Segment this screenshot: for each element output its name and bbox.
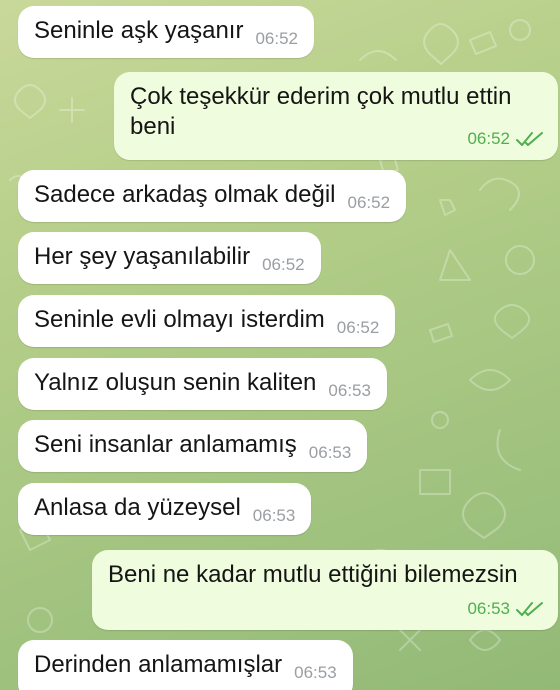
message-text: Her şey yaşanılabilir bbox=[34, 243, 251, 270]
message-text: Çok teşekkür ederim çok mutlu ettin beni bbox=[130, 83, 512, 140]
message-bubble-incoming[interactable]: Seninle aşk yaşanır 06:52 bbox=[18, 6, 314, 58]
message-time: 06:52 bbox=[347, 193, 391, 212]
message-time: 06:52 bbox=[467, 129, 510, 148]
message-time: 06:53 bbox=[467, 599, 510, 618]
double-check-icon bbox=[516, 602, 543, 616]
message-bubble-incoming[interactable]: Anlasa da yüzeysel 06:53 bbox=[18, 483, 312, 535]
message-time: 06:52 bbox=[255, 29, 298, 48]
message-meta: 06:52 bbox=[467, 124, 544, 154]
message-bubble-incoming[interactable]: Sadece arkadaş olmak değil 06:52 bbox=[18, 170, 407, 222]
message-text: Beni ne kadar mutlu ettiğini bilemezsin bbox=[108, 561, 518, 588]
chat-area[interactable]: Seninle aşk yaşanır 06:52 Çok teşekkür ed… bbox=[0, 0, 560, 690]
message-bubble-incoming[interactable]: Seninle evli olmayı isterdim 06:52 bbox=[18, 295, 396, 347]
message-bubble-incoming[interactable]: Seni insanlar anlamamış 06:53 bbox=[18, 420, 368, 472]
message-time: 06:52 bbox=[262, 255, 305, 274]
message-bubble-incoming[interactable]: Derinden anlamamışlar 06:53 bbox=[18, 640, 353, 690]
message-text: Yalnız oluşun senin kaliten bbox=[34, 369, 317, 396]
message-time: 06:52 bbox=[336, 318, 380, 337]
message-text: Sadece arkadaş olmak değil bbox=[34, 181, 336, 208]
message-text: Seninle evli olmayı isterdim bbox=[34, 306, 325, 333]
message-text: Anlasa da yüzeysel bbox=[34, 494, 241, 521]
message-time: 06:53 bbox=[252, 506, 296, 525]
message-text: Derinden anlamamışlar bbox=[34, 651, 283, 678]
message-bubble-outgoing[interactable]: Beni ne kadar mutlu ettiğini bilemezsin … bbox=[92, 550, 558, 630]
message-text: Seninle aşk yaşanır bbox=[34, 17, 244, 44]
message-time: 06:53 bbox=[328, 381, 371, 400]
message-bubble-outgoing[interactable]: Çok teşekkür ederim çok mutlu ettin beni… bbox=[114, 72, 558, 160]
message-text: Seni insanlar anlamamış bbox=[34, 431, 297, 458]
double-check-icon bbox=[516, 132, 543, 146]
message-meta: 06:53 bbox=[467, 594, 544, 624]
message-bubble-incoming[interactable]: Yalnız oluşun senin kaliten 06:53 bbox=[18, 358, 387, 410]
message-bubble-incoming[interactable]: Her şey yaşanılabilir 06:52 bbox=[18, 232, 321, 284]
message-time: 06:53 bbox=[308, 443, 352, 462]
message-time: 06:53 bbox=[294, 663, 337, 682]
